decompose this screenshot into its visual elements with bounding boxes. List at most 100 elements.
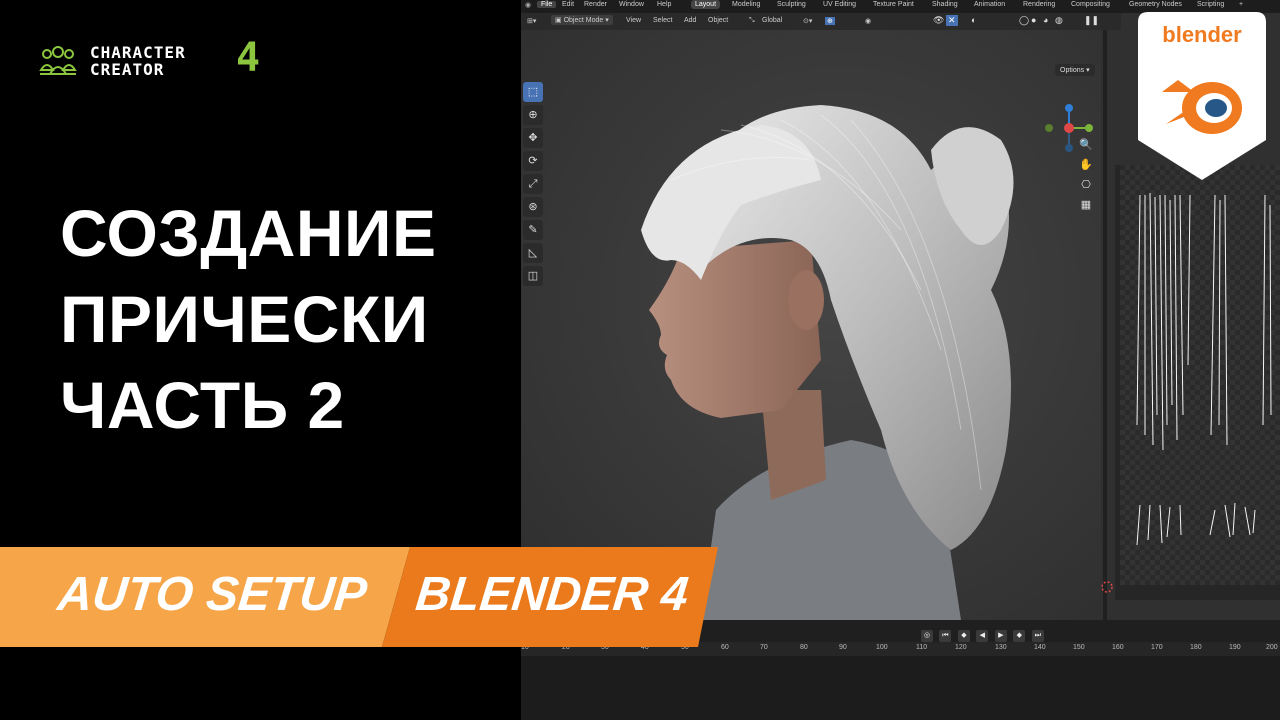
headline-line3: ЧАСТЬ 2 bbox=[60, 368, 345, 442]
uv-image-panel[interactable] bbox=[1101, 165, 1280, 600]
brand-line1: CHARACTER bbox=[90, 43, 186, 62]
tick: 160 bbox=[1112, 644, 1124, 651]
orientation-icon[interactable]: ⤡ bbox=[749, 17, 755, 25]
character-creator-icon bbox=[39, 46, 77, 75]
shading-material-icon[interactable]: ◕ bbox=[1043, 15, 1048, 25]
blender-badge-label: blender bbox=[1162, 22, 1242, 47]
banner-right-label: BLENDER 4 bbox=[413, 568, 691, 621]
headline-line2: ПРИЧЕСКИ bbox=[60, 282, 429, 356]
tick: 90 bbox=[839, 644, 847, 651]
tick: 200 bbox=[1266, 644, 1278, 651]
hair-card-texture bbox=[1120, 165, 1280, 585]
add-cube-icon[interactable]: ◫ bbox=[523, 266, 543, 286]
brand-name: CHARACTER CREATOR bbox=[90, 44, 186, 78]
tick: 170 bbox=[1151, 644, 1163, 651]
banner-auto-setup: AUTO SETUP bbox=[0, 547, 410, 647]
tab-sculpting[interactable]: Sculpting bbox=[777, 1, 806, 8]
rotate-icon[interactable]: ⟳ bbox=[523, 151, 543, 171]
navigation-buttons: 🔍 ✋ ⎔ ▦ bbox=[1077, 138, 1095, 218]
tab-geometry-nodes[interactable]: Geometry Nodes bbox=[1129, 1, 1182, 8]
mode-dropdown[interactable]: ▣ Object Mode ▾ bbox=[551, 15, 613, 25]
playback-controls: ◎ ⏮ ◆ ◀ ▶ ◆ ⏭ bbox=[921, 624, 1046, 642]
tab-texture-paint[interactable]: Texture Paint bbox=[873, 1, 914, 8]
tab-rendering[interactable]: Rendering bbox=[1023, 1, 1055, 8]
proportional-edit-icon[interactable]: ◉ bbox=[865, 17, 871, 25]
blender-logo-icon bbox=[1162, 80, 1242, 134]
keyframe-toggle-icon[interactable]: ◎ bbox=[921, 630, 933, 642]
annotate-icon[interactable]: ✎ bbox=[523, 220, 543, 240]
headline: СОЗДАНИЕ ПРИЧЕСКИ ЧАСТЬ 2 bbox=[60, 190, 437, 448]
tick: 130 bbox=[995, 644, 1007, 651]
tab-scripting[interactable]: Scripting bbox=[1197, 1, 1224, 8]
uv-cursor-icon[interactable] bbox=[1099, 579, 1115, 595]
tick: 60 bbox=[721, 644, 729, 651]
select-box-icon[interactable]: ⬚ bbox=[523, 82, 543, 102]
tab-uv-editing[interactable]: UV Editing bbox=[823, 1, 856, 8]
tab-animation[interactable]: Animation bbox=[974, 1, 1005, 8]
tool-shelf: ⬚ ⊕ ✥ ⟳ ⤢ ⊛ ✎ ◺ ◫ bbox=[523, 82, 545, 289]
zoom-icon[interactable]: 🔍 bbox=[1077, 138, 1095, 158]
select-menu[interactable]: Select bbox=[653, 17, 672, 24]
pan-hand-icon[interactable]: ✋ bbox=[1077, 158, 1095, 178]
tick: 150 bbox=[1073, 644, 1085, 651]
tab-layout[interactable]: Layout bbox=[691, 0, 721, 9]
visibility-icon[interactable]: 👁 bbox=[933, 15, 944, 26]
tick: 120 bbox=[955, 644, 967, 651]
orientation-dropdown[interactable]: Global bbox=[762, 17, 782, 24]
tab-shading[interactable]: Shading bbox=[932, 1, 958, 8]
play-icon[interactable]: ▶ bbox=[994, 630, 1007, 642]
brand-line2: CREATOR bbox=[90, 60, 165, 79]
pause-icon[interactable]: ❚❚ bbox=[1084, 15, 1099, 26]
character-render bbox=[521, 30, 1101, 620]
scale-icon[interactable]: ⤢ bbox=[523, 174, 543, 194]
3d-viewport[interactable]: ⬚ ⊕ ✥ ⟳ ⤢ ⊛ ✎ ◺ ◫ Options ▾ 🔍 ✋ ⎔ ▦ bbox=[521, 30, 1101, 620]
add-menu[interactable]: Add bbox=[684, 17, 696, 24]
shading-solid-icon[interactable]: ● bbox=[1031, 15, 1036, 25]
menu-edit[interactable]: Edit bbox=[562, 1, 574, 8]
editor-divider[interactable] bbox=[1103, 30, 1107, 620]
pivot-icon[interactable]: ⊙▾ bbox=[803, 17, 812, 25]
shading-wireframe-icon[interactable]: ◯ bbox=[1019, 15, 1029, 26]
menu-help[interactable]: Help bbox=[657, 1, 671, 8]
add-workspace-button[interactable]: + bbox=[1239, 1, 1243, 8]
play-reverse-icon[interactable]: ◀ bbox=[976, 630, 989, 642]
banner-left-label: AUTO SETUP bbox=[55, 568, 370, 621]
blender-menu-icon[interactable]: ◉ bbox=[525, 1, 531, 9]
view-menu[interactable]: View bbox=[626, 17, 641, 24]
tick: 100 bbox=[876, 644, 888, 651]
cursor-icon[interactable]: ⊕ bbox=[523, 105, 543, 125]
camera-icon[interactable]: ⎔ bbox=[1077, 178, 1095, 198]
next-keyframe-icon[interactable]: ◆ bbox=[1013, 630, 1026, 642]
tick: 140 bbox=[1034, 644, 1046, 651]
move-icon[interactable]: ✥ bbox=[523, 128, 543, 148]
gizmo-toggle-icon[interactable]: ✕ bbox=[946, 15, 958, 26]
headline-line1: СОЗДАНИЕ bbox=[60, 196, 437, 270]
tick: 110 bbox=[916, 644, 928, 651]
grid-icon[interactable]: ▦ bbox=[1077, 198, 1095, 218]
overlay-icon[interactable]: ◐ bbox=[971, 15, 976, 25]
menu-file[interactable]: File bbox=[537, 1, 557, 8]
timeline-grid[interactable] bbox=[521, 656, 1280, 720]
banner-blender: BLENDER 4 bbox=[380, 547, 720, 647]
shading-rendered-icon[interactable]: ◍ bbox=[1055, 15, 1063, 26]
tick: 180 bbox=[1190, 644, 1202, 651]
tick: 80 bbox=[800, 644, 808, 651]
tab-modeling[interactable]: Modeling bbox=[732, 1, 760, 8]
tick: 190 bbox=[1229, 644, 1241, 651]
prev-keyframe-icon[interactable]: ◆ bbox=[957, 630, 970, 642]
character-creator-logo: CHARACTER CREATOR 4 bbox=[38, 38, 278, 84]
options-dropdown[interactable]: Options ▾ bbox=[1055, 64, 1095, 76]
tab-compositing[interactable]: Compositing bbox=[1071, 1, 1110, 8]
measure-icon[interactable]: ◺ bbox=[523, 243, 543, 263]
editor-type-icon[interactable]: ⊞▾ bbox=[527, 17, 536, 25]
blender-badge: blender bbox=[1138, 12, 1266, 180]
menu-render[interactable]: Render bbox=[584, 1, 607, 8]
object-menu[interactable]: Object bbox=[708, 17, 728, 24]
brand-version: 4 bbox=[236, 35, 261, 81]
jump-end-icon[interactable]: ⏭ bbox=[1031, 630, 1044, 642]
jump-start-icon[interactable]: ⏮ bbox=[939, 630, 952, 642]
menu-window[interactable]: Window bbox=[619, 1, 644, 8]
transform-icon[interactable]: ⊛ bbox=[523, 197, 543, 217]
snap-icon[interactable]: ⊕ bbox=[825, 17, 835, 25]
tick: 70 bbox=[760, 644, 768, 651]
